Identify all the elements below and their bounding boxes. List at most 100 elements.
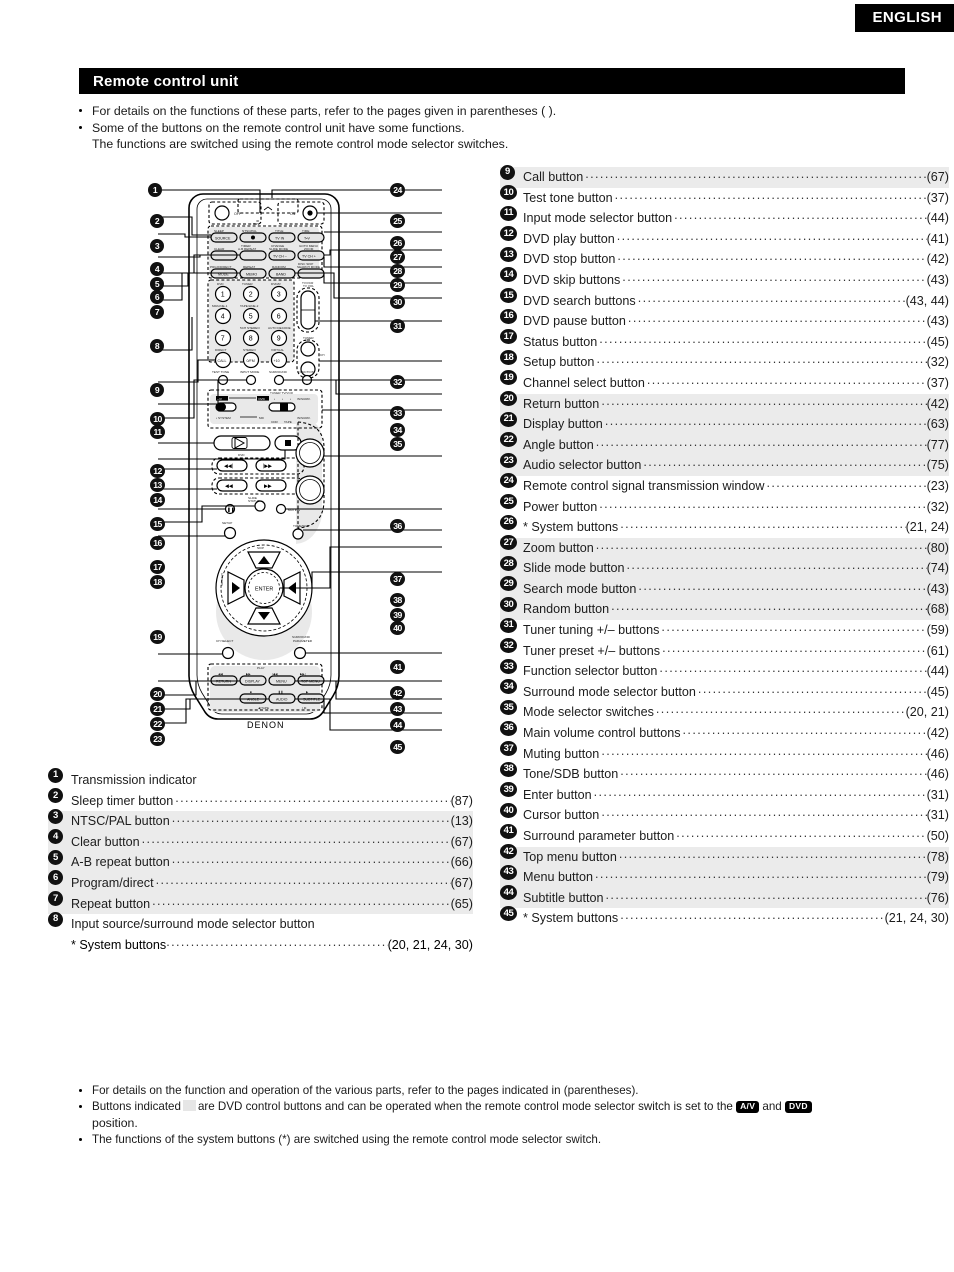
bullet-dot-icon	[79, 1089, 82, 1092]
list-item-number: 1	[48, 767, 68, 786]
leader-dots: ........................................…	[596, 352, 927, 367]
list-item-label: Random button	[523, 602, 610, 617]
leader-dots: ........................................…	[659, 661, 926, 676]
callout-badge-42: 42	[390, 686, 405, 700]
list-item-page: (67)	[450, 875, 473, 890]
list-item-page: (68)	[926, 602, 949, 617]
svg-text:◀ TAPE: ◀ TAPE	[258, 706, 269, 710]
list-item-number: 45	[500, 905, 520, 924]
number-badge-icon: 6	[48, 870, 63, 886]
leader-dots: ........................................…	[697, 681, 927, 696]
leader-dots: ........................................…	[620, 517, 905, 532]
leader-dots: ........................................…	[604, 414, 927, 429]
leader-dots: ........................................…	[638, 578, 926, 593]
svg-text:RCV: RCV	[253, 222, 260, 226]
leader-dots: ........................................…	[676, 826, 927, 840]
leader-dots: ........................................…	[620, 764, 926, 779]
intro-bullet-2-cont: The functions are switched using the rem…	[92, 137, 509, 151]
list-item-page: (45)	[926, 334, 949, 349]
svg-text:MD/LINE-1: MD/LINE-1	[212, 304, 228, 308]
footer-bullet-2-text-a: Buttons indicated	[92, 1100, 181, 1113]
number-badge-icon: 15	[500, 288, 517, 304]
list-item-label: Slide mode button	[523, 561, 625, 576]
list-item-number: 22	[500, 432, 520, 450]
intro-notes: For details on the functions of these pa…	[79, 103, 919, 153]
list-item-number: 34	[500, 679, 520, 697]
number-badge-icon: 43	[500, 864, 517, 880]
svg-text:TITLE: TITLE	[275, 229, 283, 233]
callout-badge-34: 34	[390, 423, 405, 437]
list-item-number: 18	[500, 349, 520, 368]
list-item-label: Setup button	[523, 355, 595, 370]
list-item-label: Test tone button	[523, 190, 613, 205]
list-item-label: DVD play button	[523, 231, 615, 246]
parts-list-left: 1Transmission indicator.................…	[48, 767, 473, 955]
list-item-page: (87)	[450, 793, 473, 808]
list-item-number: 36	[500, 720, 520, 739]
leader-dots: ........................................…	[662, 640, 927, 655]
list-item-number: 37	[500, 741, 520, 759]
leader-dots: ........................................…	[622, 269, 927, 284]
svg-text:|▶▶: |▶▶	[263, 464, 272, 470]
list-item-label: Menu button	[523, 870, 594, 885]
callout-badge-27: 27	[390, 250, 405, 264]
number-badge-icon: 36	[500, 720, 517, 736]
list-item-label: Program/direct	[71, 875, 154, 890]
number-badge-icon: 14	[500, 267, 517, 283]
svg-text:NTSC/PAL: NTSC/PAL	[242, 229, 257, 233]
list-item-number: 17	[500, 329, 520, 347]
svg-text:MEMO: MEMO	[246, 273, 257, 277]
svg-text:PARAMETER: PARAMETER	[293, 639, 313, 643]
callout-badge-17: 17	[150, 560, 165, 574]
leader-dots: ........................................…	[601, 805, 927, 820]
list-item-page: (32)	[926, 499, 949, 514]
number-badge-icon: 39	[500, 782, 517, 798]
svg-text:CH SELECT: CH SELECT	[216, 639, 233, 643]
svg-text:DENON: DENON	[247, 720, 285, 730]
list-item-page: (77)	[926, 437, 949, 452]
svg-text:◀◀|: ◀◀|	[224, 464, 233, 470]
callout-badge-24: 24	[390, 183, 405, 197]
svg-text:AUTO DECODE: AUTO DECODE	[268, 326, 291, 330]
svg-text:ENTER: ENTER	[255, 587, 273, 593]
list-item-number: 4	[48, 829, 68, 847]
number-badge-icon: 11	[500, 205, 517, 221]
list-item-number: 33	[500, 658, 520, 677]
list-item-label: Subtitle button	[523, 890, 604, 905]
number-badge-icon: 9	[500, 164, 515, 180]
list-item-page: (37)	[926, 375, 949, 390]
svg-text:REPEAT: REPEAT	[243, 265, 255, 269]
svg-text:VIRTUAL: VIRTUAL	[271, 348, 284, 352]
number-badge-icon: 33	[500, 658, 517, 674]
callout-badge-41: 41	[390, 660, 405, 674]
callout-badge-26: 26	[390, 236, 405, 250]
svg-text:DVD/R: DVD/R	[271, 282, 281, 286]
list-item-label: DVD search buttons	[523, 293, 636, 308]
list-item-page: (59)	[926, 623, 949, 638]
footer-bullet-2-cont: position.	[92, 1116, 138, 1130]
svg-text:ON: ON	[290, 212, 296, 216]
svg-text:OFF: OFF	[234, 212, 242, 216]
list-item-number: 8	[48, 911, 68, 930]
svg-text:TUNER: TUNER	[303, 336, 314, 340]
number-badge-icon: 10	[500, 185, 517, 201]
svg-text:TV CH +: TV CH +	[302, 255, 316, 259]
leader-dots: ........................................…	[593, 784, 927, 799]
callout-badge-3: 3	[150, 239, 164, 253]
svg-text:A-B REPEAT: A-B REPEAT	[238, 247, 256, 251]
list-item-number: 29	[500, 576, 520, 594]
callout-badge-1: 1	[148, 183, 162, 197]
list-item-page: (46)	[926, 767, 949, 782]
list-item-number: 12	[500, 226, 520, 244]
list-item-page: (43)	[926, 581, 949, 596]
leader-dots: ........................................…	[605, 887, 927, 902]
number-badge-icon: 27	[500, 535, 517, 551]
leader-dots: ........................................…	[601, 743, 927, 758]
number-badge-icon: 26	[500, 514, 517, 530]
list-item-number: 39	[500, 782, 520, 800]
list-item-label: DVD skip buttons	[523, 272, 621, 287]
svg-text:•: •	[274, 397, 275, 401]
svg-text:DVD: DVD	[238, 453, 245, 457]
list-item-number: 5	[48, 849, 68, 868]
list-item-page: (32)	[926, 355, 949, 370]
